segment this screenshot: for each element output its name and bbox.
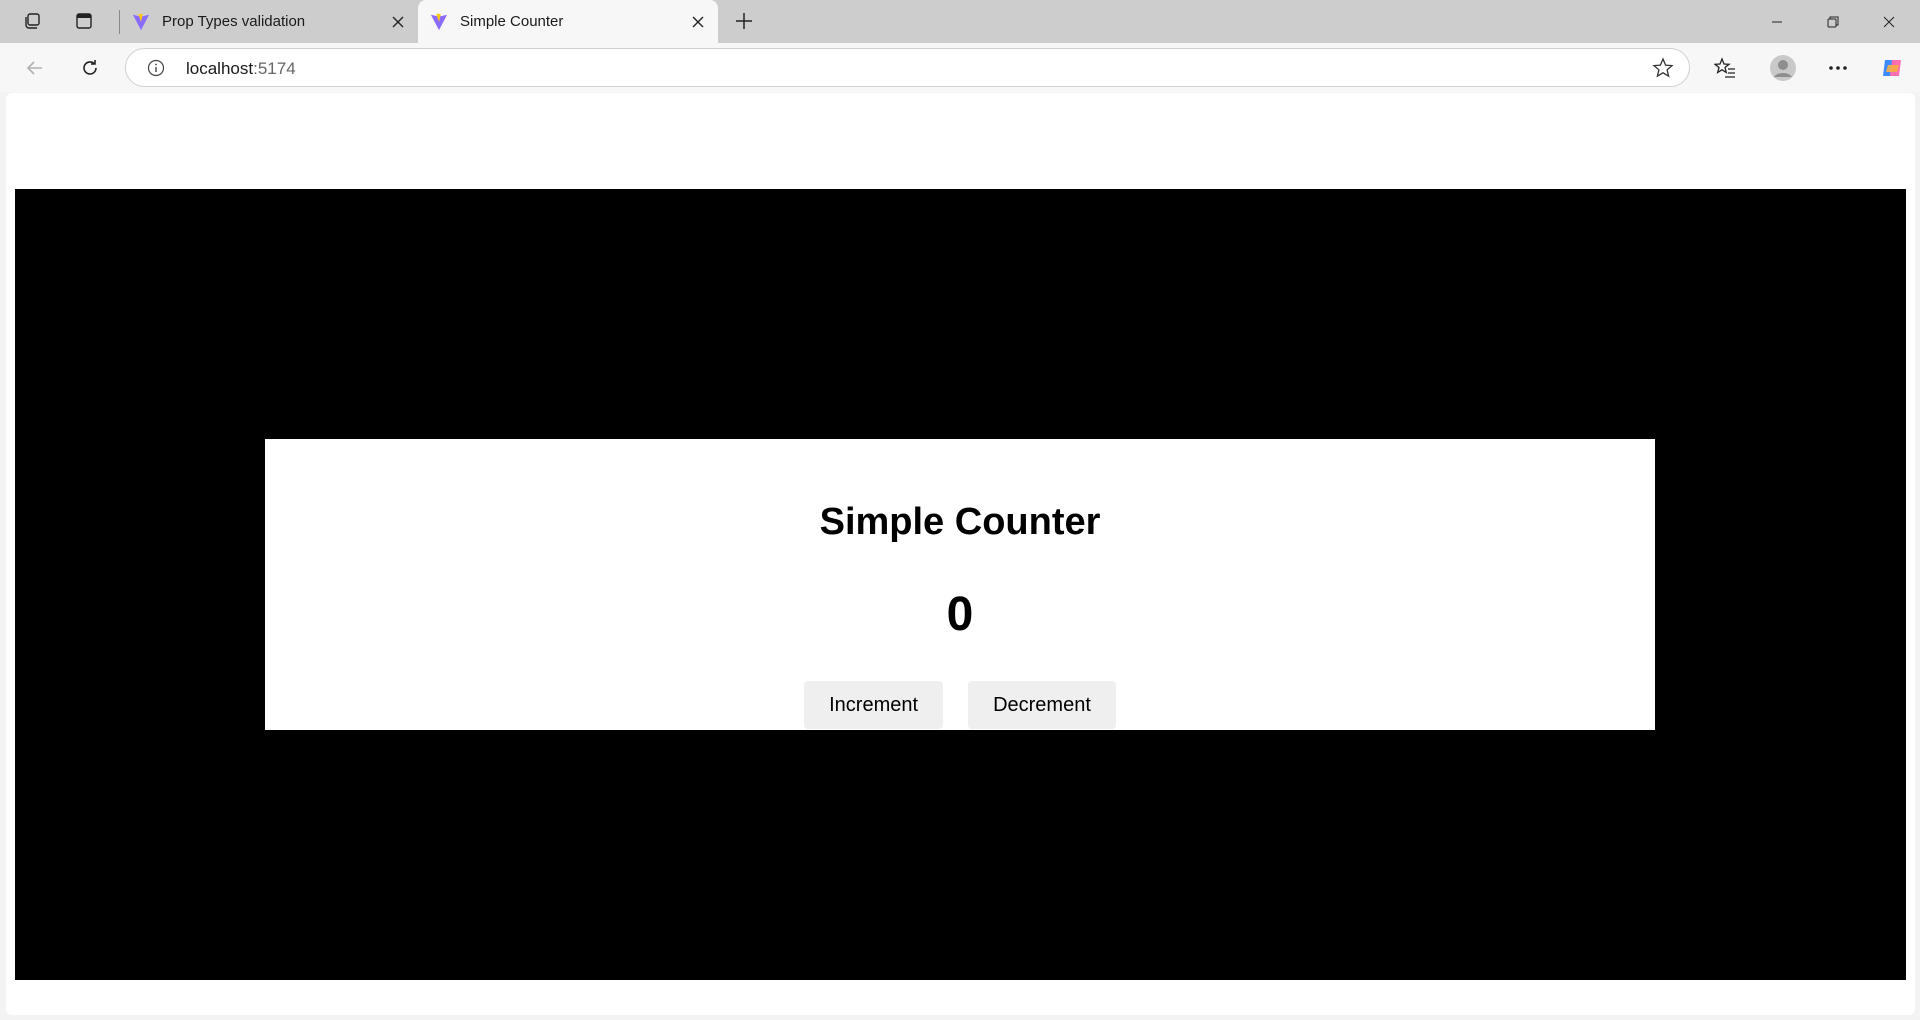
favorite-star-icon[interactable] (1651, 56, 1675, 80)
close-tab-icon[interactable] (682, 6, 714, 38)
tab-title: Prop Types validation (162, 13, 306, 30)
page-viewport: Simple Counter 0 Increment Decrement (6, 93, 1915, 1015)
tab-title: Simple Counter (460, 13, 564, 30)
increment-button[interactable]: Increment (804, 681, 944, 729)
new-tab-button[interactable] (726, 6, 762, 36)
counter-value: 0 (946, 588, 974, 641)
back-icon[interactable] (17, 50, 53, 86)
decrement-button[interactable]: Decrement (968, 681, 1116, 729)
address-bar[interactable]: localhost:5174 (125, 48, 1690, 87)
app-background: Simple Counter 0 Increment Decrement (15, 189, 1906, 980)
counter-card: Simple Counter 0 Increment Decrement (265, 439, 1655, 730)
more-options-icon[interactable] (1820, 50, 1856, 86)
vite-icon (428, 11, 450, 33)
tab-simple-counter[interactable]: Simple Counter (418, 0, 718, 43)
close-window-icon[interactable] (1861, 0, 1917, 43)
copilot-icon[interactable] (1875, 50, 1911, 86)
restore-icon[interactable] (1805, 0, 1861, 43)
minimize-icon[interactable] (1749, 0, 1805, 43)
vertical-tabs-icon[interactable] (66, 6, 102, 36)
browser-toolbar: localhost:5174 (0, 43, 1920, 92)
workspaces-icon[interactable] (14, 6, 50, 36)
tab-strip: Prop Types validation Simple Counter (0, 0, 1920, 43)
profile-avatar-icon[interactable] (1765, 50, 1801, 86)
site-info-icon[interactable] (146, 58, 166, 78)
reload-icon[interactable] (72, 50, 108, 86)
url-text: localhost:5174 (186, 59, 296, 79)
counter-buttons: Increment Decrement (265, 681, 1655, 729)
url-host: localhost (186, 59, 254, 78)
url-port: :5174 (253, 59, 296, 78)
tab-prop-types[interactable]: Prop Types validation (120, 0, 418, 43)
vite-icon (130, 11, 152, 33)
favorites-icon[interactable] (1707, 50, 1743, 86)
page-title: Simple Counter (819, 501, 1101, 543)
close-tab-icon[interactable] (382, 6, 414, 38)
